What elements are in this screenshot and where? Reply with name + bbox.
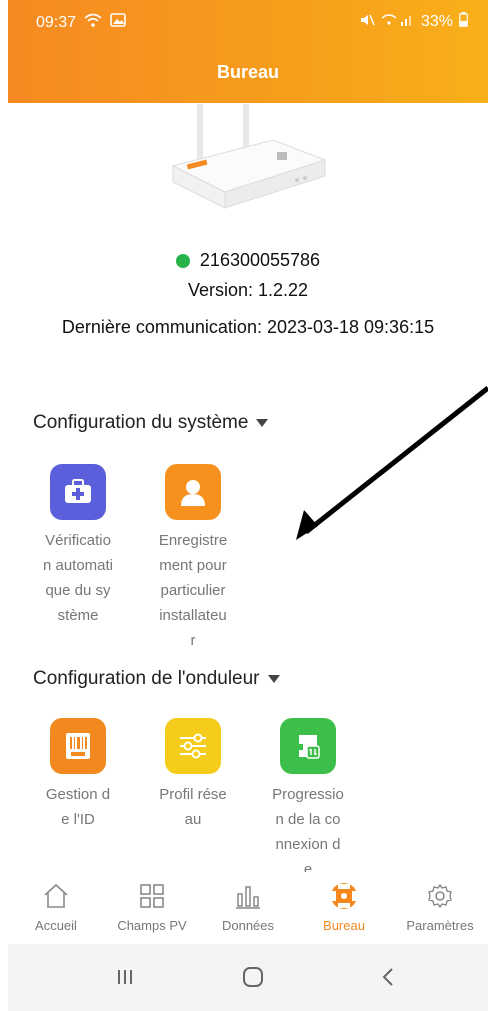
nav-item-data[interactable]: Données xyxy=(200,880,296,933)
nav-label-home: Accueil xyxy=(35,918,77,933)
system-navigation-bar xyxy=(8,944,488,1011)
caret-down-icon xyxy=(256,419,269,427)
back-button[interactable] xyxy=(368,962,408,992)
settings-icon xyxy=(392,880,488,912)
tile-system-check[interactable]: Vérification automatique du système xyxy=(28,464,128,628)
nav-item-office[interactable]: Bureau xyxy=(296,880,392,933)
tile-id-management[interactable]: Gestion de l'ID xyxy=(28,718,128,832)
barcode-icon xyxy=(50,718,106,774)
battery-icon xyxy=(459,12,468,32)
page-title: Bureau xyxy=(216,62,279,82)
last-communication: Dernière communication: 2023-03-18 09:36… xyxy=(61,317,435,337)
nav-label-pv-fields: Champs PV xyxy=(117,918,187,933)
nav-label-office: Bureau xyxy=(323,918,365,933)
ecu-device-image xyxy=(165,104,335,224)
section-inverter-config[interactable]: Configuration de l'onduleur xyxy=(33,668,280,690)
online-status-dot xyxy=(175,253,190,268)
tile-connection-progress-label: Progression de la connexion de xyxy=(272,786,344,878)
section-inverter-title: Configuration de l'onduleur xyxy=(33,668,260,689)
section-system-title: Configuration du système xyxy=(33,412,249,433)
home-icon xyxy=(8,880,104,912)
home-button[interactable] xyxy=(233,962,273,992)
signal-icon xyxy=(381,13,415,32)
office-icon xyxy=(296,880,392,912)
tile-grid-profile-label: Profil réseau xyxy=(159,786,227,828)
wifi-icon xyxy=(84,12,102,33)
app-header: 09:37 33% Bureau xyxy=(8,0,488,103)
nav-item-settings[interactable]: Paramètres xyxy=(392,880,488,933)
status-time: 09:37 xyxy=(36,13,77,31)
tile-system-check-label: Vérification automatique du système xyxy=(42,532,114,624)
medical-kit-icon xyxy=(50,464,106,520)
sliders-icon xyxy=(165,718,221,774)
status-bar: 09:37 33% xyxy=(36,12,468,34)
connection-icon xyxy=(280,718,336,774)
recent-apps-button[interactable] xyxy=(105,962,145,992)
tile-installer-registration[interactable]: Enregistrement pour particulier installa… xyxy=(143,464,243,653)
user-icon xyxy=(165,464,221,520)
tile-id-management-label: Gestion de l'ID xyxy=(45,786,111,828)
tile-installer-registration-label: Enregistrement pour particulier installa… xyxy=(158,532,228,649)
caret-down-icon xyxy=(267,675,280,683)
grid-icon xyxy=(104,880,200,912)
mute-icon xyxy=(359,13,375,32)
nav-item-pv-fields[interactable]: Champs PV xyxy=(104,880,200,933)
tile-connection-progress[interactable]: Progression de la connexion de xyxy=(258,718,358,882)
nav-label-data: Données xyxy=(221,918,275,933)
bottom-navigation: Accueil Champs PV Données Bureau Paramèt… xyxy=(8,872,488,944)
device-serial-row: 216300055786 xyxy=(8,250,488,271)
gallery-icon xyxy=(110,13,126,32)
device-serial: 216300055786 xyxy=(199,250,321,270)
bar-chart-icon xyxy=(200,880,296,912)
nav-item-home[interactable]: Accueil xyxy=(8,880,104,933)
tile-grid-profile[interactable]: Profil réseau xyxy=(143,718,243,832)
battery-level: 33% xyxy=(420,13,453,30)
device-version: Version: 1.2.22 xyxy=(187,280,309,300)
section-system-config[interactable]: Configuration du système xyxy=(33,412,269,434)
nav-label-settings: Paramètres xyxy=(406,918,474,933)
